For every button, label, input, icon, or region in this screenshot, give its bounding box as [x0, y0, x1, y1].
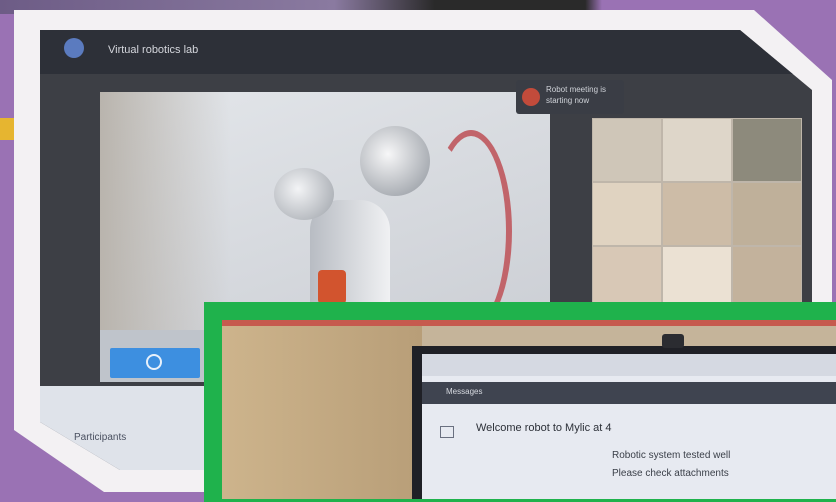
participant-tile[interactable]	[662, 182, 732, 246]
red-edge	[222, 320, 836, 326]
robot-arm-joint	[360, 126, 430, 196]
panel-label: Participants	[74, 432, 127, 443]
robot-arm-gripper	[274, 168, 334, 220]
app-title: Virtual robotics lab	[108, 44, 199, 56]
wooden-wall	[222, 320, 422, 499]
email-line: Please check attachments	[612, 468, 729, 479]
browser-top-bar	[422, 354, 836, 376]
participant-tile[interactable]	[732, 182, 802, 246]
red-marker	[318, 270, 346, 304]
email-line: Robotic system tested well	[612, 450, 731, 461]
webcam-icon	[662, 334, 684, 348]
email-screen: Messages Welcome robot to Mylic at 4 Rob…	[422, 354, 836, 499]
photo-monitor-email: Messages Welcome robot to Mylic at 4 Rob…	[222, 320, 836, 499]
app-title-bar: Virtual robotics lab	[40, 30, 812, 74]
participant-tile[interactable]	[732, 118, 802, 182]
participant-tile[interactable]	[592, 118, 662, 182]
toolbar-label: Messages	[446, 387, 483, 396]
notification-avatar-icon	[522, 88, 540, 106]
participant-tile[interactable]	[592, 182, 662, 246]
email-toolbar	[422, 382, 836, 404]
mail-icon	[440, 426, 454, 438]
call-controls-bar[interactable]	[110, 348, 200, 378]
monitor-bezel: Messages Welcome robot to Mylic at 4 Rob…	[412, 346, 836, 499]
background-tab	[0, 118, 16, 140]
notification-text: Robot meeting is starting now	[546, 85, 607, 105]
app-logo-icon	[64, 38, 84, 58]
notification-toast[interactable]: Robot meeting is starting now	[516, 80, 624, 114]
email-subject[interactable]: Welcome robot to Mylic at 4	[476, 422, 612, 434]
participant-tile[interactable]	[662, 118, 732, 182]
camera-toggle-icon[interactable]	[146, 354, 162, 370]
